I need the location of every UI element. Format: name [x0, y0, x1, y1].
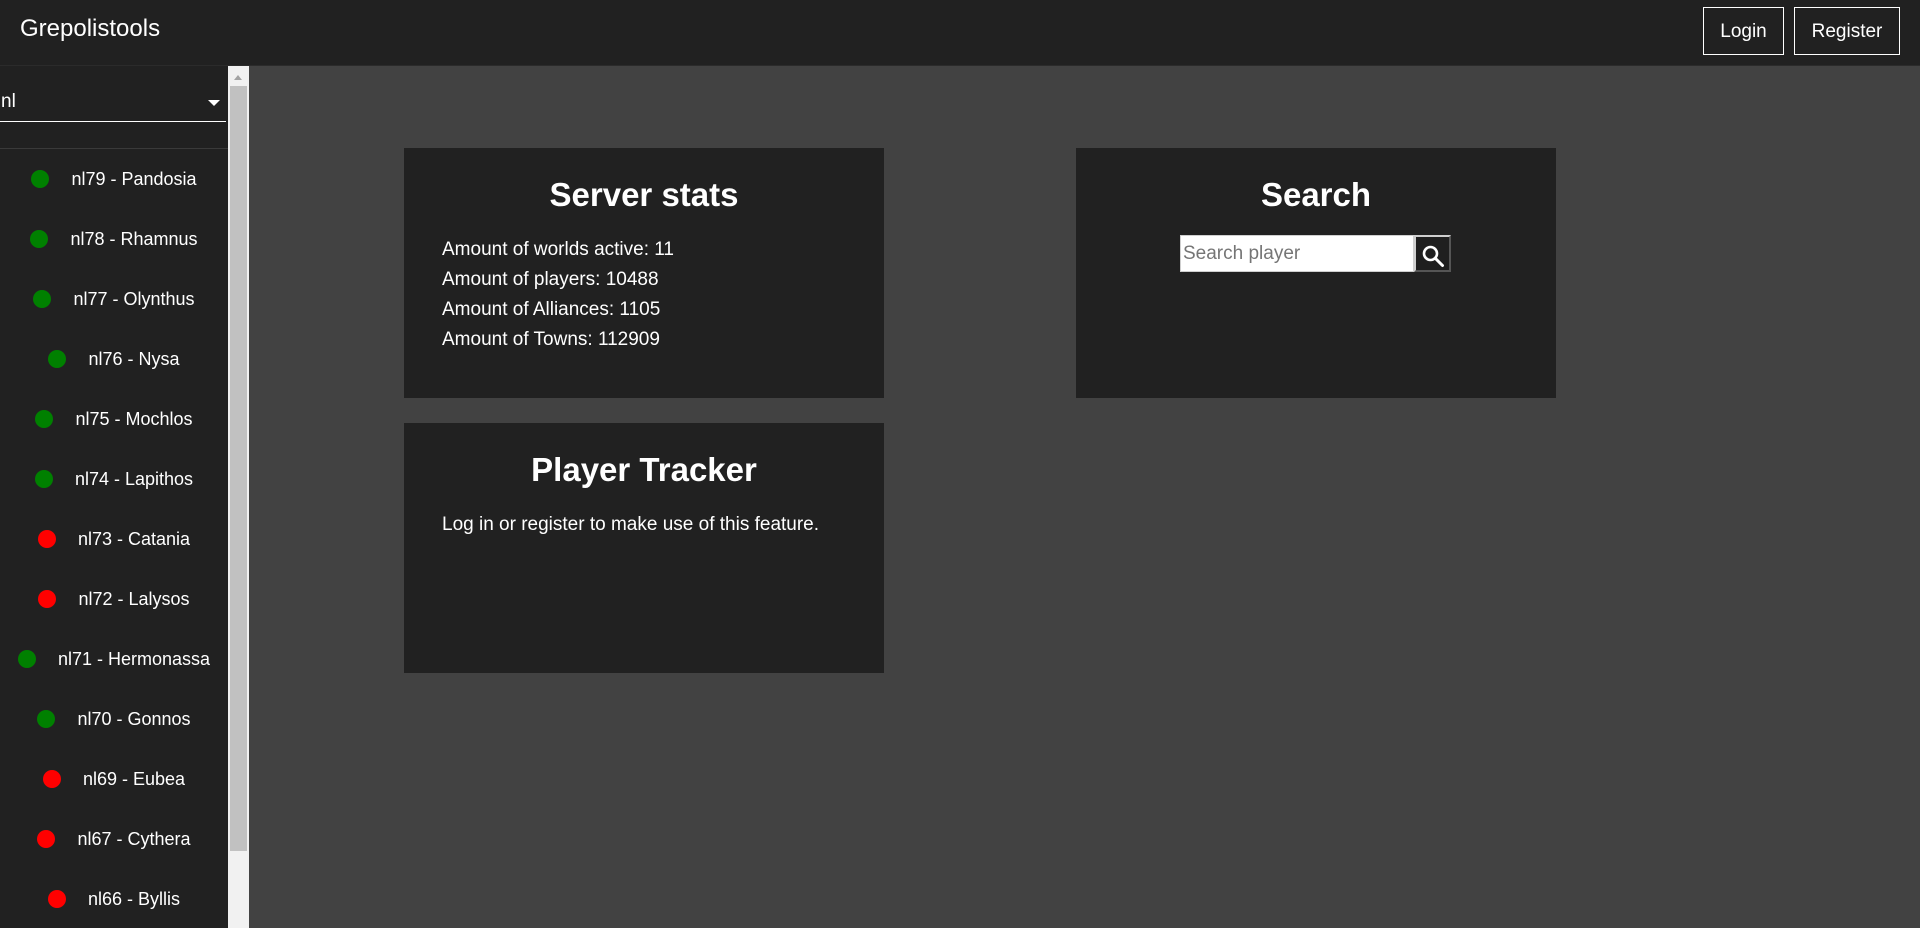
- stat-players: Amount of players: 10488: [442, 269, 659, 290]
- status-dot-icon: [48, 350, 67, 368]
- world-list-item[interactable]: nl72 - Lalysos: [0, 569, 228, 629]
- player-tracker-card: Player Tracker Log in or register to mak…: [404, 423, 884, 673]
- register-button[interactable]: Register: [1794, 7, 1900, 55]
- world-list-item[interactable]: nl66 - Byllis: [0, 869, 228, 928]
- world-list-item[interactable]: nl75 - Mochlos: [0, 389, 228, 449]
- status-dot-icon: [42, 770, 61, 788]
- world-label: nl69 - Eubea: [82, 768, 186, 789]
- world-list-item[interactable]: nl77 - Olynthus: [0, 269, 228, 329]
- scrollbar-thumb[interactable]: [230, 86, 247, 851]
- player-tracker-message: Log in or register to make use of this f…: [442, 514, 820, 535]
- search-title: Search: [1260, 176, 1372, 213]
- world-label: nl72 - Lalysos: [78, 588, 190, 609]
- brand-logo-text[interactable]: Grepolistools: [20, 15, 160, 43]
- world-list-item[interactable]: nl79 - Pandosia: [0, 149, 228, 209]
- scroll-up-arrow-icon[interactable]: [234, 75, 242, 80]
- server-stats-list: Amount of worlds active: 11 Amount of pl…: [442, 235, 674, 355]
- world-label: nl66 - Byllis: [87, 888, 181, 909]
- stat-alliances: Amount of Alliances: 1105: [442, 299, 661, 320]
- sidebar: nl nl79 - Pandosia nl78 - Rhamnus nl77 - O…: [0, 66, 228, 928]
- top-navbar: Grepolistools Login Register: [0, 0, 1920, 66]
- status-dot-icon: [33, 290, 52, 308]
- search-card: Search: [1076, 148, 1556, 398]
- status-dot-icon: [47, 890, 66, 908]
- sidebar-scrollbar[interactable]: [228, 66, 249, 928]
- world-list: nl79 - Pandosia nl78 - Rhamnus nl77 - Olyn…: [0, 149, 228, 928]
- status-dot-icon: [37, 710, 56, 728]
- status-dot-icon: [37, 830, 56, 848]
- world-label: nl77 - Olynthus: [73, 288, 195, 309]
- status-dot-icon: [31, 170, 50, 188]
- world-list-item[interactable]: nl70 - Gonnos: [0, 689, 228, 749]
- world-label: nl79 - Pandosia: [71, 168, 197, 189]
- status-dot-icon: [37, 530, 56, 548]
- server-select[interactable]: nl: [0, 86, 226, 122]
- search-button[interactable]: [1414, 235, 1451, 272]
- world-label: nl75 - Mochlos: [75, 408, 193, 429]
- world-label: nl71 - Hermonassa: [57, 648, 211, 669]
- world-label: nl67 - Cythera: [77, 828, 191, 849]
- status-dot-icon: [38, 590, 57, 608]
- login-button[interactable]: Login: [1703, 7, 1784, 55]
- world-label: nl74 - Lapithos: [74, 468, 194, 489]
- search-icon: [1422, 245, 1444, 267]
- server-stats-card: Server stats Amount of worlds active: 11…: [404, 148, 884, 398]
- player-tracker-title: Player Tracker: [531, 451, 757, 488]
- world-list-item[interactable]: nl69 - Eubea: [0, 749, 228, 809]
- chevron-down-icon: [208, 100, 220, 106]
- world-list-item[interactable]: nl73 - Catania: [0, 509, 228, 569]
- stat-worlds-active: Amount of worlds active: 11: [442, 239, 674, 260]
- server-select-value: nl: [1, 91, 16, 112]
- world-list-item[interactable]: nl67 - Cythera: [0, 809, 228, 869]
- world-list-item[interactable]: nl78 - Rhamnus: [0, 209, 228, 269]
- server-stats-title: Server stats: [549, 176, 739, 213]
- world-label: nl78 - Rhamnus: [70, 228, 198, 249]
- world-label: nl76 - Nysa: [88, 348, 180, 369]
- status-dot-icon: [34, 470, 53, 488]
- status-dot-icon: [30, 230, 49, 248]
- world-label: nl70 - Gonnos: [77, 708, 191, 729]
- world-list-item[interactable]: nl76 - Nysa: [0, 329, 228, 389]
- world-list-item[interactable]: nl71 - Hermonassa: [0, 629, 228, 689]
- search-player-input[interactable]: [1180, 235, 1414, 272]
- status-dot-icon: [17, 650, 36, 668]
- status-dot-icon: [35, 410, 54, 428]
- world-label: nl73 - Catania: [77, 528, 191, 549]
- stat-towns: Amount of Towns: 112909: [442, 329, 660, 350]
- world-list-item[interactable]: nl74 - Lapithos: [0, 449, 228, 509]
